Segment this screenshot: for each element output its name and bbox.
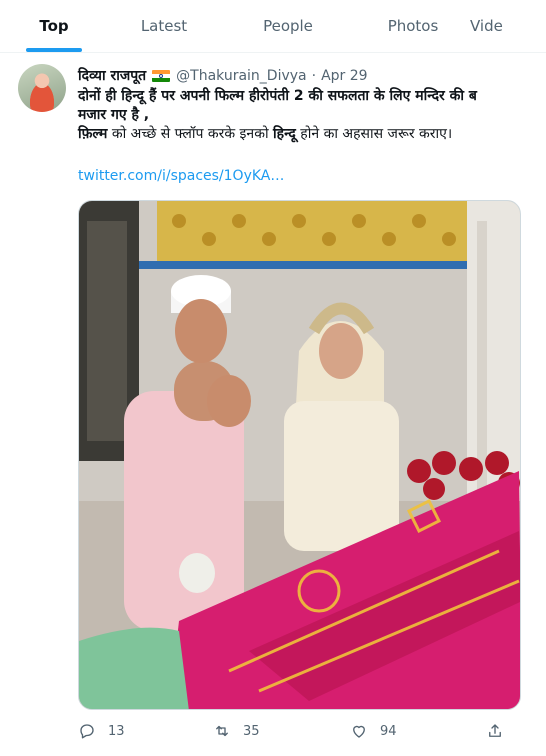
tweet-text-line-3: फ़िल्म को अच्छे से फ्लॉप करके इनको हिन्द…: [78, 125, 546, 144]
tab-top-label: Top: [39, 17, 69, 35]
tweet-actions: 13 35 94: [78, 722, 518, 744]
avatar[interactable]: [18, 64, 66, 112]
photo-illustration: [79, 201, 520, 709]
tab-videos[interactable]: Vide: [470, 0, 546, 52]
tab-top[interactable]: Top: [0, 0, 108, 52]
text-bold-2: मजार गए है ,: [78, 107, 150, 123]
tab-photos[interactable]: Photos: [356, 0, 470, 52]
text-bold-1a: दोनों ही: [78, 88, 122, 104]
like-count: 94: [380, 723, 397, 739]
text-bold-3a: फ़िल्म: [78, 126, 108, 142]
text-bold-1c: हैं पर अपनी फिल्म हीरोपंती 2 की सफलता के…: [144, 88, 477, 104]
like-button[interactable]: 94: [350, 722, 397, 740]
tweet-date[interactable]: Apr 29: [321, 68, 367, 84]
tweet-text-line-2: मजार गए है ,: [78, 106, 546, 125]
header-separator: ·: [311, 67, 317, 84]
tab-people[interactable]: People: [220, 0, 356, 52]
tab-people-label: People: [263, 17, 313, 35]
tab-videos-label: Vide: [470, 17, 503, 35]
display-name[interactable]: दिव्या राजपूत: [78, 66, 146, 85]
tab-latest[interactable]: Latest: [108, 0, 220, 52]
tweet-link[interactable]: twitter.com/i/spaces/1OyKA…: [78, 168, 284, 184]
tab-photos-label: Photos: [387, 17, 439, 35]
share-button[interactable]: [486, 722, 504, 740]
hashtag-hindu-1: हिन्दू: [121, 88, 145, 104]
text-3d: होने का अहसास जरूर कराए।: [295, 126, 453, 142]
reply-button[interactable]: 13: [78, 722, 125, 740]
tweet-header: दिव्या राजपूत @Thakurain_Divya · Apr 29: [78, 66, 368, 85]
tweet-photo[interactable]: [78, 200, 521, 710]
text-bold-3c: हिन्दू: [273, 126, 296, 142]
share-icon: [489, 724, 501, 737]
user-handle[interactable]: @Thakurain_Divya: [176, 68, 306, 84]
tweet-text-line-1: दोनों ही हिन्दू हैं पर अपनी फिल्म हीरोपं…: [78, 87, 546, 106]
reply-icon: [80, 724, 94, 739]
india-flag-icon: [152, 69, 171, 82]
retweet-button[interactable]: 35: [213, 722, 260, 740]
heart-icon: [353, 725, 365, 738]
tab-latest-label: Latest: [140, 17, 188, 35]
tweet-text: दोनों ही हिन्दू हैं पर अपनी फिल्म हीरोपं…: [78, 87, 546, 144]
text-3b: को अच्छे से फ्लॉप करके इनको: [107, 126, 274, 142]
retweet-icon: [216, 725, 228, 737]
search-tabs: Top Latest People Photos Vide: [0, 0, 546, 53]
retweet-count: 35: [243, 723, 260, 739]
active-tab-indicator: [26, 48, 82, 52]
reply-count: 13: [108, 723, 125, 739]
